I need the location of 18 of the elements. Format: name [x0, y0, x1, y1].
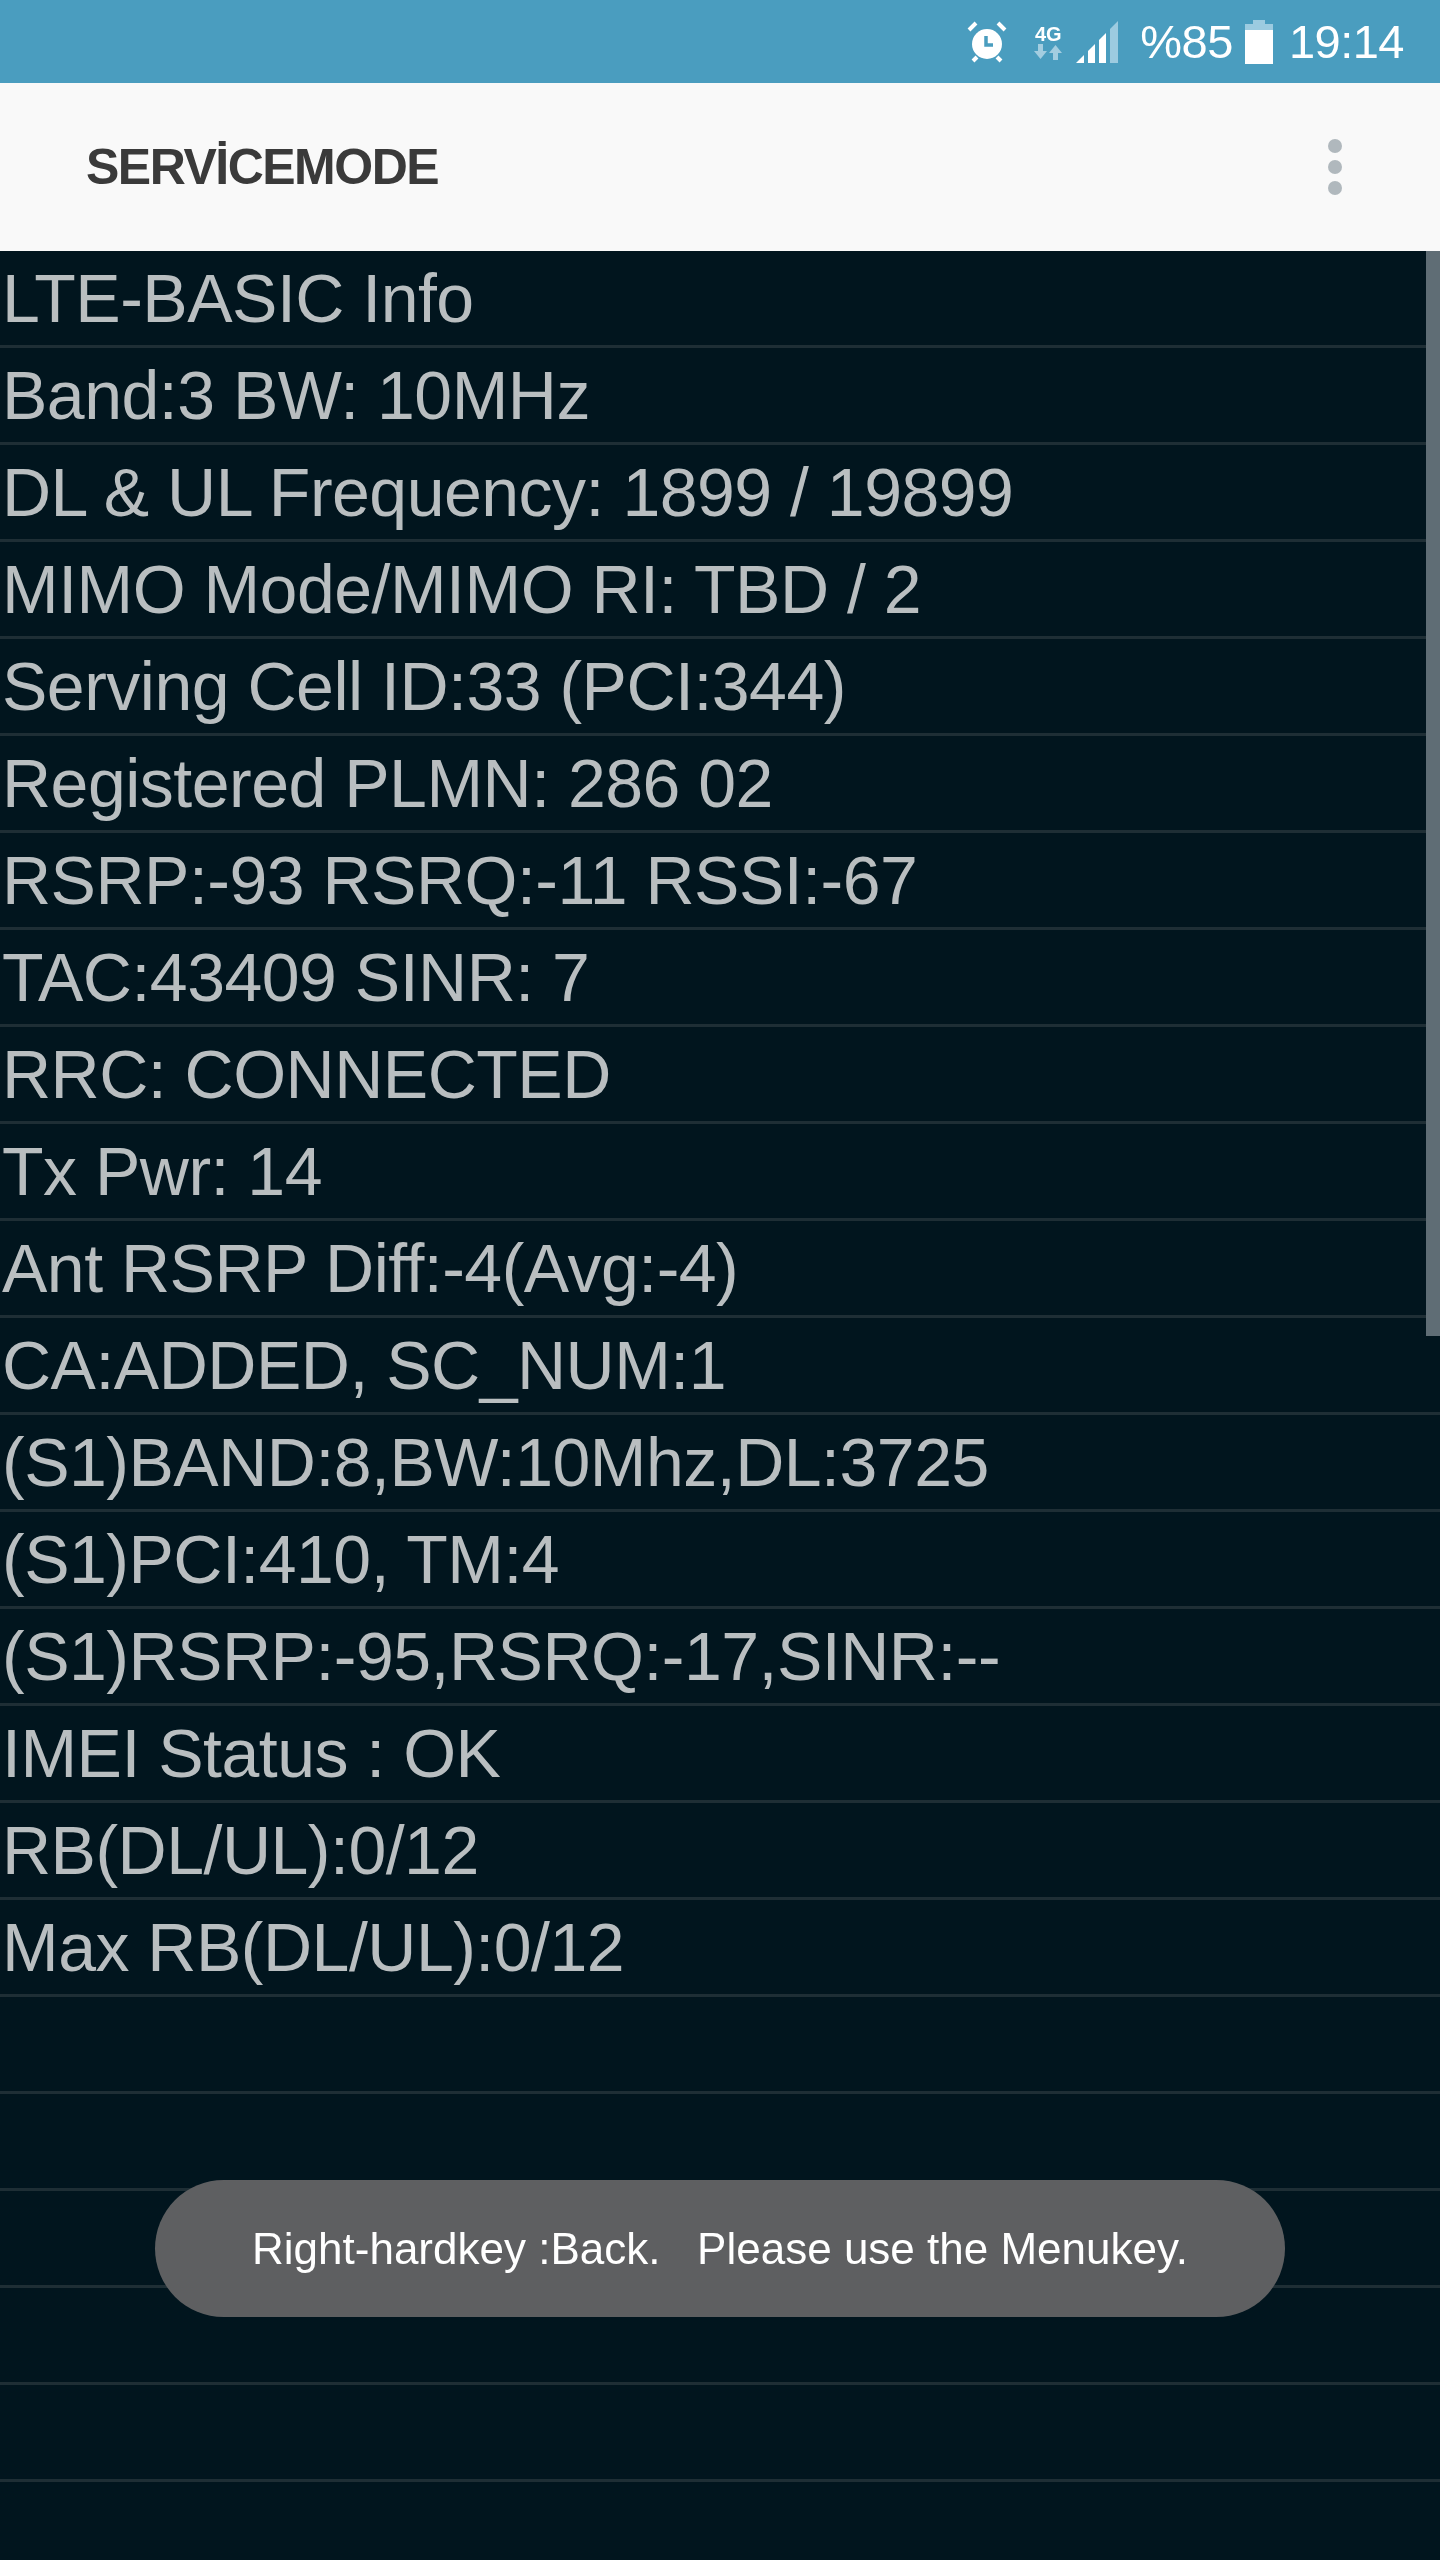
up-down-arrows-icon — [1034, 43, 1063, 60]
app-title: SERVİCEMODE — [86, 142, 439, 192]
more-vertical-icon — [1328, 139, 1342, 195]
info-line: MIMO Mode/MIMO RI: TBD / 2 — [2, 555, 921, 623]
info-line: IMEI Status : OK — [2, 1719, 501, 1787]
battery-icon — [1244, 19, 1273, 64]
info-line: Tx Pwr: 14 — [2, 1137, 322, 1205]
signal-bars-icon — [1076, 19, 1121, 64]
toast-message: Right-hardkey :Back. Please use the Menukey. — [155, 2180, 1285, 2317]
battery-percentage: %85 — [1140, 18, 1233, 65]
info-line: RRC: CONNECTED — [2, 1040, 611, 1108]
alarm-clock-icon — [966, 20, 1009, 63]
network-type: 4G — [1034, 23, 1062, 44]
more-options-button[interactable] — [1328, 139, 1342, 195]
info-line: LTE-BASIC Info — [2, 264, 474, 332]
info-line: TAC:43409 SINR: 7 — [2, 943, 590, 1011]
clock-time: 19:14 — [1288, 18, 1404, 65]
info-line: Band:3 BW: 10MHz — [2, 361, 590, 429]
